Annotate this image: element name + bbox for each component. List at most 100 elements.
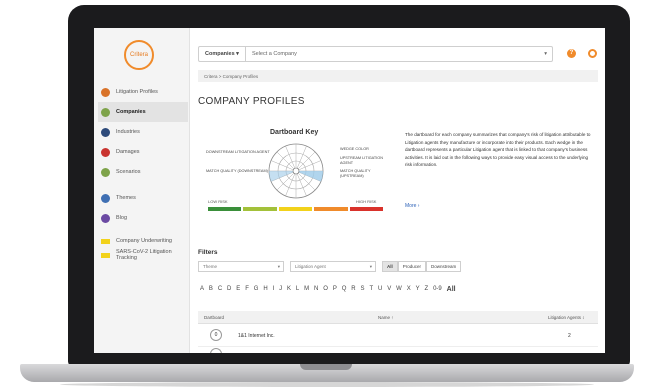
alphabet-letter[interactable]: F [245, 286, 249, 293]
key-label-wedge-color: WEDGE COLOR [340, 147, 369, 151]
toggle-downstream[interactable]: Downstream [426, 261, 462, 272]
alphabet-letter[interactable]: M [304, 286, 309, 293]
stage: Critera Litigation Profiles Companies Indu… [0, 0, 654, 389]
chevron-down-icon: ▾ [369, 263, 372, 269]
sidebar-item-label: Themes [116, 195, 136, 201]
alphabet-letter[interactable]: E [236, 286, 240, 293]
alphabet-letter[interactable]: I [273, 286, 275, 293]
brand-logo[interactable]: Critera [124, 40, 154, 70]
sidebar-item-litigation-profiles[interactable]: Litigation Profiles [98, 82, 188, 102]
alphabet-letter[interactable]: G [254, 286, 259, 293]
breadcrumb[interactable]: Critera > Company Profiles [198, 70, 598, 82]
alphabet-letter[interactable]: D [227, 286, 231, 293]
dartboard-key-title: Dartboard Key [270, 129, 319, 136]
sidebar-item-companies[interactable]: Companies [98, 102, 188, 122]
industries-icon [101, 127, 110, 137]
theme-filter-select[interactable]: Theme ▾ [198, 261, 284, 272]
sidebar-item-themes[interactable]: Themes [98, 188, 188, 208]
help-icon[interactable]: ? [567, 49, 576, 58]
alphabet-letter[interactable]: P [333, 286, 337, 293]
sidebar-item-label: Litigation Profiles [116, 89, 158, 95]
sidebar-item-sars-cov-2-litigation-tracking[interactable]: SARS-CoV-2 Litigation Tracking [98, 248, 188, 262]
alphabet-letter[interactable]: All [447, 286, 456, 293]
alphabet-letter[interactable]: Y [416, 286, 420, 293]
dartboard-description: The dartboard for each company summarize… [405, 132, 591, 168]
sidebar-item-label: Blog [116, 215, 128, 221]
alphabet-letter[interactable]: B [209, 286, 213, 293]
laptop-notch [300, 364, 352, 370]
agent-filter-label: Litigation Agent [295, 264, 326, 269]
toggle-all[interactable]: All [382, 261, 398, 272]
alphabet-letter[interactable]: W [396, 286, 402, 293]
alphabet-letter[interactable]: U [378, 286, 382, 293]
alphabet-letter[interactable]: C [218, 286, 222, 293]
risk-scale-segment [278, 207, 313, 211]
sidebar-item-industries[interactable]: Industries [98, 122, 188, 142]
risk-scale-segment [349, 207, 384, 211]
dartboard-thumbnail-partial [210, 348, 222, 353]
producer-toggle: All Producer Downstream [382, 261, 462, 272]
alphabet-letter[interactable]: Z [425, 286, 429, 293]
alphabet-letter[interactable]: 0-9 [433, 286, 442, 293]
toggle-producer[interactable]: Producer [397, 261, 427, 272]
chevron-down-icon: ▾ [277, 263, 280, 269]
agent-count: 2 [568, 333, 571, 339]
column-header-dartboard[interactable]: Dartboard [204, 315, 224, 320]
sidebar-item-scenarios[interactable]: Scenarios [98, 162, 188, 182]
alphabet-letter[interactable]: R [351, 286, 355, 293]
alphabet-letter[interactable]: H [263, 286, 267, 293]
alphabet-letter[interactable]: K [287, 286, 291, 293]
alphabet-letter[interactable]: O [323, 286, 328, 293]
scenarios-icon [101, 167, 110, 177]
sidebar-item-blog[interactable]: Blog [98, 208, 188, 228]
sidebar-item-label: Damages [116, 149, 140, 155]
alphabet-letter[interactable]: L [296, 286, 299, 293]
search-input[interactable]: Select a Company [246, 51, 544, 57]
alphabet-letter[interactable]: T [369, 286, 373, 293]
sidebar-item-label: SARS-CoV-2 Litigation Tracking [116, 249, 172, 261]
company-search-bar[interactable]: Companies ▾ Select a Company ▾ [198, 46, 553, 62]
alphabet-letter[interactable]: J [279, 286, 282, 293]
alphabet-letter[interactable]: Q [342, 286, 347, 293]
sidebar-item-label: Scenarios [116, 169, 141, 175]
page-title: COMPANY PROFILES [198, 96, 305, 107]
sidebar-nav: Litigation Profiles Companies Industries Da… [98, 82, 188, 262]
agent-filter-select[interactable]: Litigation Agent ▾ [290, 261, 376, 272]
companies-icon [101, 107, 110, 117]
damages-icon [101, 147, 110, 157]
column-header-name[interactable]: Name ↑ [378, 315, 394, 320]
sidebar: Critera Litigation Profiles Companies Indu… [94, 28, 190, 353]
key-label-upstream-agent: UPSTREAM LITIGATION AGENT [340, 156, 383, 165]
company-name[interactable]: 1&1 Internet Inc. [238, 333, 275, 339]
sidebar-item-label: Industries [116, 129, 140, 135]
sidebar-item-company-underwriting[interactable]: Company Underwriting [98, 234, 188, 248]
laptop-shadow [60, 382, 594, 387]
column-header-agents[interactable]: Litigation Agents ↕ [548, 315, 585, 320]
risk-scale-segment [314, 207, 348, 211]
search-scope-select[interactable]: Companies ▾ [199, 47, 246, 61]
filters-heading: Filters [198, 249, 218, 256]
more-link[interactable]: More › [405, 203, 419, 209]
alphabet-letter[interactable]: N [314, 286, 318, 293]
risk-scale-segment [208, 207, 242, 211]
alphabet-letter[interactable]: A [200, 286, 204, 293]
alphabet-letter[interactable]: X [407, 286, 411, 293]
table-row[interactable]: 0 1&1 Internet Inc. 2 [198, 325, 598, 347]
themes-icon [101, 193, 110, 203]
risk-scale-segment [243, 207, 277, 211]
alphabet-letter[interactable]: S [361, 286, 365, 293]
key-label-downstream-match: MATCH QUALITY (DOWNSTREAM) [206, 169, 268, 173]
sidebar-item-label: Company Underwriting [116, 238, 172, 244]
alphabet-letter[interactable]: V [387, 286, 391, 293]
key-label-downstream-agent: DOWNSTREAM LITIGATION AGENT [206, 150, 270, 154]
dartboard-thumbnail[interactable]: 0 [210, 329, 222, 341]
chevron-down-icon[interactable]: ▾ [544, 51, 552, 57]
key-label-upstream-match: MATCH QUALITY (UPSTREAM) [340, 169, 371, 178]
dartboard-diagram [268, 143, 324, 199]
sidebar-item-label: Companies [116, 109, 146, 115]
profiles-icon [101, 87, 110, 97]
user-icon[interactable] [588, 49, 597, 58]
blog-icon [101, 213, 110, 223]
sidebar-item-damages[interactable]: Damages [98, 142, 188, 162]
theme-filter-label: Theme [203, 264, 218, 269]
